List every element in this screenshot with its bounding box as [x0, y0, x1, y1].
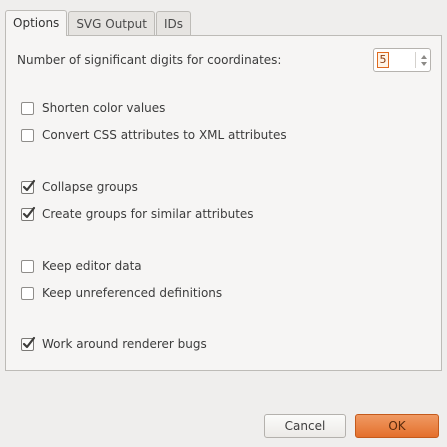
collapse-groups-checkbox[interactable]	[21, 179, 36, 194]
keep-unreferenced-definitions-label: Keep unreferenced definitions	[42, 286, 223, 300]
ok-button[interactable]: OK	[355, 414, 439, 438]
convert-css-attributes-label: Convert CSS attributes to XML attributes	[42, 128, 287, 142]
create-groups-checkbox[interactable]	[21, 206, 36, 221]
checkmark-icon	[22, 179, 36, 191]
checkmark-icon	[22, 206, 36, 218]
collapse-groups-option[interactable]: Collapse groups	[21, 177, 138, 197]
keep-editor-data-option[interactable]: Keep editor data	[21, 256, 142, 276]
keep-unreferenced-definitions-checkbox[interactable]	[21, 286, 34, 300]
spin-up-arrow-icon[interactable]	[421, 55, 427, 59]
shorten-color-values-checkbox[interactable]	[21, 101, 34, 115]
cancel-button[interactable]: Cancel	[264, 414, 346, 438]
tab-ids[interactable]: IDs	[155, 11, 191, 35]
shorten-color-values-option[interactable]: Shorten color values	[21, 98, 165, 118]
collapse-groups-label: Collapse groups	[42, 180, 138, 194]
spin-down-arrow-icon[interactable]	[421, 62, 427, 66]
create-groups-option[interactable]: Create groups for similar attributes	[21, 204, 254, 224]
keep-unreferenced-definitions-option[interactable]: Keep unreferenced definitions	[21, 283, 222, 303]
renderer-bugs-checkbox[interactable]	[21, 336, 36, 351]
convert-css-attributes-option[interactable]: Convert CSS attributes to XML attributes	[21, 125, 287, 145]
significant-digits-value[interactable]: 5	[377, 52, 389, 68]
renderer-bugs-label: Work around renderer bugs	[42, 337, 207, 351]
spinbox-divider	[415, 52, 416, 68]
tab-svg-output[interactable]: SVG Output	[68, 11, 155, 35]
create-groups-label: Create groups for similar attributes	[42, 207, 254, 221]
options-panel: Number of significant digits for coordin…	[5, 35, 442, 371]
optimized-svg-options-dialog: Options SVG Output IDs Number of signifi…	[0, 0, 447, 447]
significant-digits-label: Number of significant digits for coordin…	[17, 53, 282, 67]
convert-css-attributes-checkbox[interactable]	[21, 128, 34, 142]
significant-digits-spinbox[interactable]: 5	[373, 48, 431, 72]
keep-editor-data-checkbox[interactable]	[21, 259, 34, 273]
checkmark-icon	[22, 336, 36, 348]
tab-options[interactable]: Options	[5, 10, 68, 36]
keep-editor-data-label: Keep editor data	[42, 259, 142, 273]
shorten-color-values-label: Shorten color values	[42, 101, 166, 115]
tab-bar: Options SVG Output IDs	[5, 10, 192, 36]
renderer-bugs-option[interactable]: Work around renderer bugs	[21, 334, 207, 354]
